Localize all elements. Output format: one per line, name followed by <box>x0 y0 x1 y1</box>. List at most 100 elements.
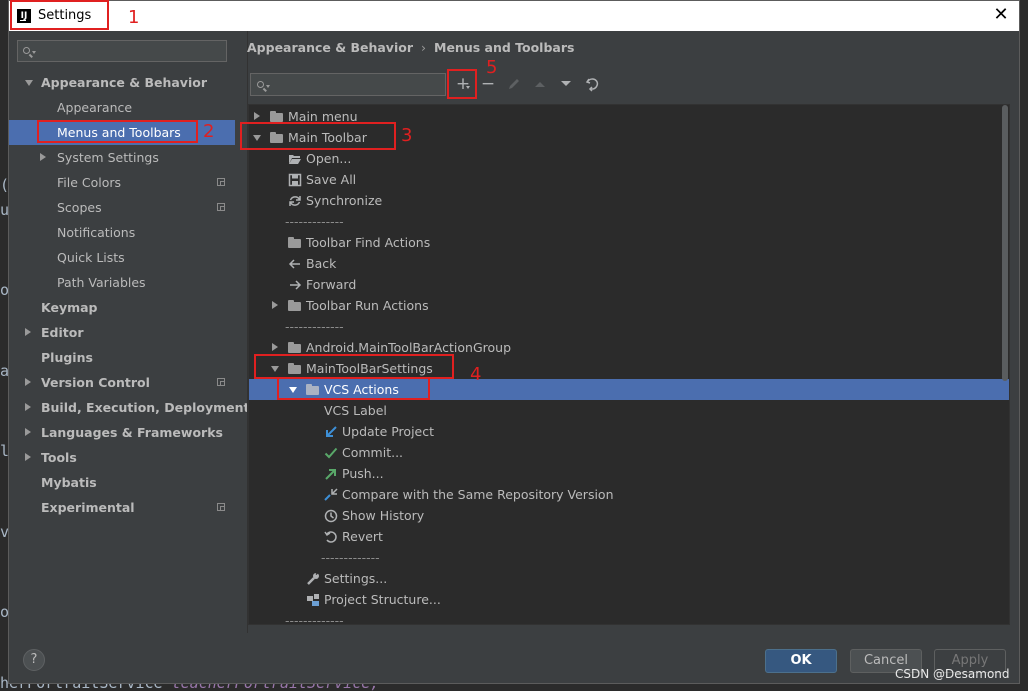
collapse-arrow-icon[interactable] <box>25 453 31 461</box>
sidebar-item-label: Keymap <box>41 300 98 315</box>
sidebar-item-languages-frameworks[interactable]: Languages & Frameworks <box>9 420 235 445</box>
update-icon <box>324 424 338 438</box>
tree-item-compare-with-the-same-repository-version[interactable]: Compare with the Same Repository Version <box>249 484 1009 505</box>
folder-icon <box>288 298 302 312</box>
settings-search-input[interactable] <box>17 40 227 62</box>
folder-icon <box>288 235 302 249</box>
tree-item-show-history[interactable]: Show History <box>249 505 1009 526</box>
ok-button[interactable]: OK <box>765 649 837 673</box>
folder-icon <box>288 361 302 375</box>
tree-item-commit[interactable]: Commit... <box>249 442 1009 463</box>
remove-action-button[interactable]: − <box>476 71 500 97</box>
breadcrumb-parent[interactable]: Appearance & Behavior <box>247 39 413 57</box>
project-structure-icon <box>306 592 320 606</box>
sidebar-item-label: Quick Lists <box>57 250 125 265</box>
restore-defaults-button[interactable] <box>581 71 605 97</box>
tree-item-label: Commit... <box>342 445 404 460</box>
sidebar-item-system-settings[interactable]: System Settings <box>9 145 235 170</box>
tree-item-project-structure[interactable]: Project Structure... <box>249 589 1009 610</box>
sync-icon <box>288 193 302 207</box>
tree-item-label: Settings... <box>324 571 388 586</box>
tree-item-label: Show History <box>342 508 425 523</box>
sidebar-item-experimental[interactable]: Experimental <box>9 495 235 520</box>
collapse-arrow-icon[interactable] <box>25 378 31 386</box>
sidebar-item-mybatis[interactable]: Mybatis <box>9 470 235 495</box>
search-icon <box>23 47 30 54</box>
tree-item-open[interactable]: Open... <box>249 148 1009 169</box>
expanded-arrow-icon[interactable] <box>253 135 261 141</box>
menus-toolbars-tree[interactable]: Main menu Main Toolbar Open... Save All Sync… <box>248 104 1010 625</box>
help-button[interactable]: ? <box>23 649 45 671</box>
sidebar-item-quick-lists[interactable]: Quick Lists <box>9 245 235 270</box>
save-icon <box>288 172 302 187</box>
project-scope-icon <box>217 178 225 186</box>
tree-item-maintoolbarsettings[interactable]: MainToolBarSettings <box>249 358 1009 379</box>
tree-item-settings[interactable]: Settings... <box>249 568 1009 589</box>
tree-item-update-project[interactable]: Update Project <box>249 421 1009 442</box>
minus-icon: − <box>480 74 496 94</box>
sidebar-item-label: Plugins <box>41 350 93 365</box>
tree-item-save-all[interactable]: Save All <box>249 169 1009 190</box>
sidebar-item-version-control[interactable]: Version Control <box>9 370 235 395</box>
collapse-arrow-icon[interactable] <box>25 328 31 336</box>
tree-item-synchronize[interactable]: Synchronize <box>249 190 1009 211</box>
tree-separator[interactable]: ------------- <box>249 316 1009 337</box>
tree-item-label: Compare with the Same Repository Version <box>342 487 614 502</box>
sidebar-item-editor[interactable]: Editor <box>9 320 235 345</box>
breadcrumb-current: Menus and Toolbars <box>434 40 575 55</box>
tree-item-label: VCS Actions <box>324 382 399 397</box>
tree-item-label: Revert <box>342 529 383 544</box>
back-icon <box>288 256 302 270</box>
sidebar-item-build-execution-deployment[interactable]: Build, Execution, Deployment <box>9 395 249 420</box>
tree-item-toolbar-find-actions[interactable]: Toolbar Find Actions <box>249 232 1009 253</box>
tree-item-main-toolbar[interactable]: Main Toolbar <box>249 127 1009 148</box>
search-dropdown-icon <box>32 51 36 54</box>
sidebar-item-appearance[interactable]: Appearance <box>9 95 235 120</box>
tree-item-revert[interactable]: Revert <box>249 526 1009 547</box>
sidebar-item-keymap[interactable]: Keymap <box>9 295 235 320</box>
collapsed-arrow-icon[interactable] <box>254 112 260 120</box>
collapse-arrow-icon[interactable] <box>40 153 46 161</box>
expand-arrow-icon[interactable] <box>25 80 33 86</box>
sidebar-item-label: Scopes <box>57 200 102 215</box>
collapsed-arrow-icon[interactable] <box>272 301 278 309</box>
expanded-arrow-icon[interactable] <box>289 387 297 393</box>
tree-item-main-menu[interactable]: Main menu <box>249 106 1009 127</box>
tree-item-label: Toolbar Find Actions <box>306 235 431 250</box>
sidebar-item-appearance-behavior[interactable]: Appearance & Behavior <box>9 70 235 95</box>
sidebar-item-tools[interactable]: Tools <box>9 445 235 470</box>
sidebar-item-path-variables[interactable]: Path Variables <box>9 270 235 295</box>
sidebar-item-menus-and-toolbars[interactable]: Menus and Toolbars <box>9 120 235 145</box>
tree-item-label: Project Structure... <box>324 592 441 607</box>
sidebar-item-scopes[interactable]: Scopes <box>9 195 235 220</box>
tree-separator[interactable]: ------------- <box>249 211 1009 232</box>
sidebar-item-notifications[interactable]: Notifications <box>9 220 235 245</box>
close-button[interactable]: ✕ <box>991 5 1011 25</box>
tree-item-toolbar-run-actions[interactable]: Toolbar Run Actions <box>249 295 1009 316</box>
move-down-button[interactable] <box>554 71 578 97</box>
separator-label: ------------- <box>285 613 344 625</box>
edit-action-button[interactable] <box>502 71 526 97</box>
tree-item-push[interactable]: Push... <box>249 463 1009 484</box>
tree-scrollbar[interactable] <box>1002 105 1008 381</box>
collapsed-arrow-icon[interactable] <box>272 343 278 351</box>
collapse-arrow-icon[interactable] <box>25 428 31 436</box>
collapse-arrow-icon[interactable] <box>25 403 31 411</box>
project-scope-icon <box>217 203 225 211</box>
add-action-button[interactable]: + <box>451 71 475 97</box>
sidebar-item-label: Experimental <box>41 500 135 515</box>
tree-separator[interactable]: ------------- <box>249 547 1009 568</box>
expanded-arrow-icon[interactable] <box>271 366 279 372</box>
sidebar-item-plugins[interactable]: Plugins <box>9 345 235 370</box>
tree-item-forward[interactable]: Forward <box>249 274 1009 295</box>
move-up-button[interactable] <box>528 71 552 97</box>
tree-item-android-maintoolbaractiongroup[interactable]: Android.MainToolBarActionGroup <box>249 337 1009 358</box>
sidebar-item-label: Languages & Frameworks <box>41 425 223 440</box>
tree-search-input[interactable] <box>250 73 446 96</box>
sidebar-item-file-colors[interactable]: File Colors <box>9 170 235 195</box>
tree-separator[interactable]: ------------- <box>249 610 1009 625</box>
tree-item-vcs-actions[interactable]: VCS Actions <box>249 379 1009 400</box>
tree-item-vcs-label[interactable]: VCS Label <box>249 400 1009 421</box>
tree-item-back[interactable]: Back <box>249 253 1009 274</box>
sidebar-item-label: Build, Execution, Deployment <box>41 400 250 415</box>
